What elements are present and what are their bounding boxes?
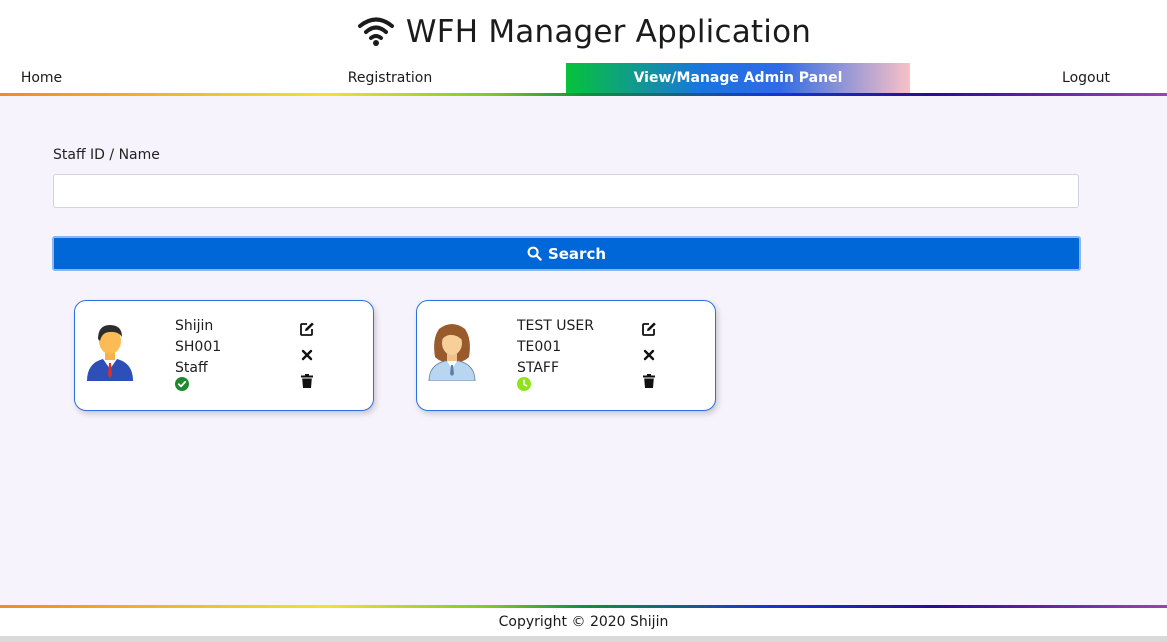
search-label: Staff ID / Name — [53, 147, 160, 163]
search-button-label: Search — [547, 244, 607, 263]
male-avatar-icon — [87, 325, 133, 381]
delete-icon[interactable] — [641, 373, 657, 389]
staff-name: Shijin — [175, 318, 214, 334]
female-avatar-icon — [428, 324, 476, 381]
footer: Copyright © 2020 Shijin — [0, 608, 1167, 636]
copyright-text: Copyright © 2020 Shijin — [498, 614, 669, 630]
search-button[interactable]: Search — [52, 236, 1081, 271]
staff-role: STAFF — [517, 360, 560, 376]
edit-icon[interactable] — [641, 321, 657, 337]
delete-icon[interactable] — [299, 373, 315, 389]
reject-icon[interactable] — [299, 347, 315, 363]
search-icon — [527, 246, 542, 261]
nav-registration[interactable]: Registration — [300, 63, 480, 93]
reject-icon[interactable] — [641, 347, 657, 363]
staff-name: TEST USER — [517, 318, 594, 334]
bottom-bar — [0, 636, 1167, 642]
approved-status-icon — [175, 377, 189, 391]
app-title: WFH Manager Application — [405, 13, 812, 50]
nav-home[interactable]: Home — [0, 63, 83, 93]
app-header: WFH Manager Application — [0, 0, 1167, 63]
pending-status-icon — [517, 377, 531, 391]
edit-icon[interactable] — [299, 321, 315, 337]
nav-logout[interactable]: Logout — [1040, 63, 1132, 93]
main-content: Staff ID / Name Search Shijin SH001 Staf… — [0, 96, 1167, 605]
staff-role: Staff — [175, 360, 208, 376]
wifi-icon — [357, 17, 394, 46]
nav-admin-panel[interactable]: View/Manage Admin Panel — [566, 63, 910, 93]
staff-id: TE001 — [517, 339, 562, 355]
staff-card: Shijin SH001 Staff — [74, 300, 374, 411]
staff-id: SH001 — [175, 339, 222, 355]
search-input[interactable] — [53, 174, 1079, 208]
main-nav: Home Registration View/Manage Admin Pane… — [0, 63, 1167, 93]
staff-card: TEST USER TE001 STAFF — [416, 300, 716, 411]
